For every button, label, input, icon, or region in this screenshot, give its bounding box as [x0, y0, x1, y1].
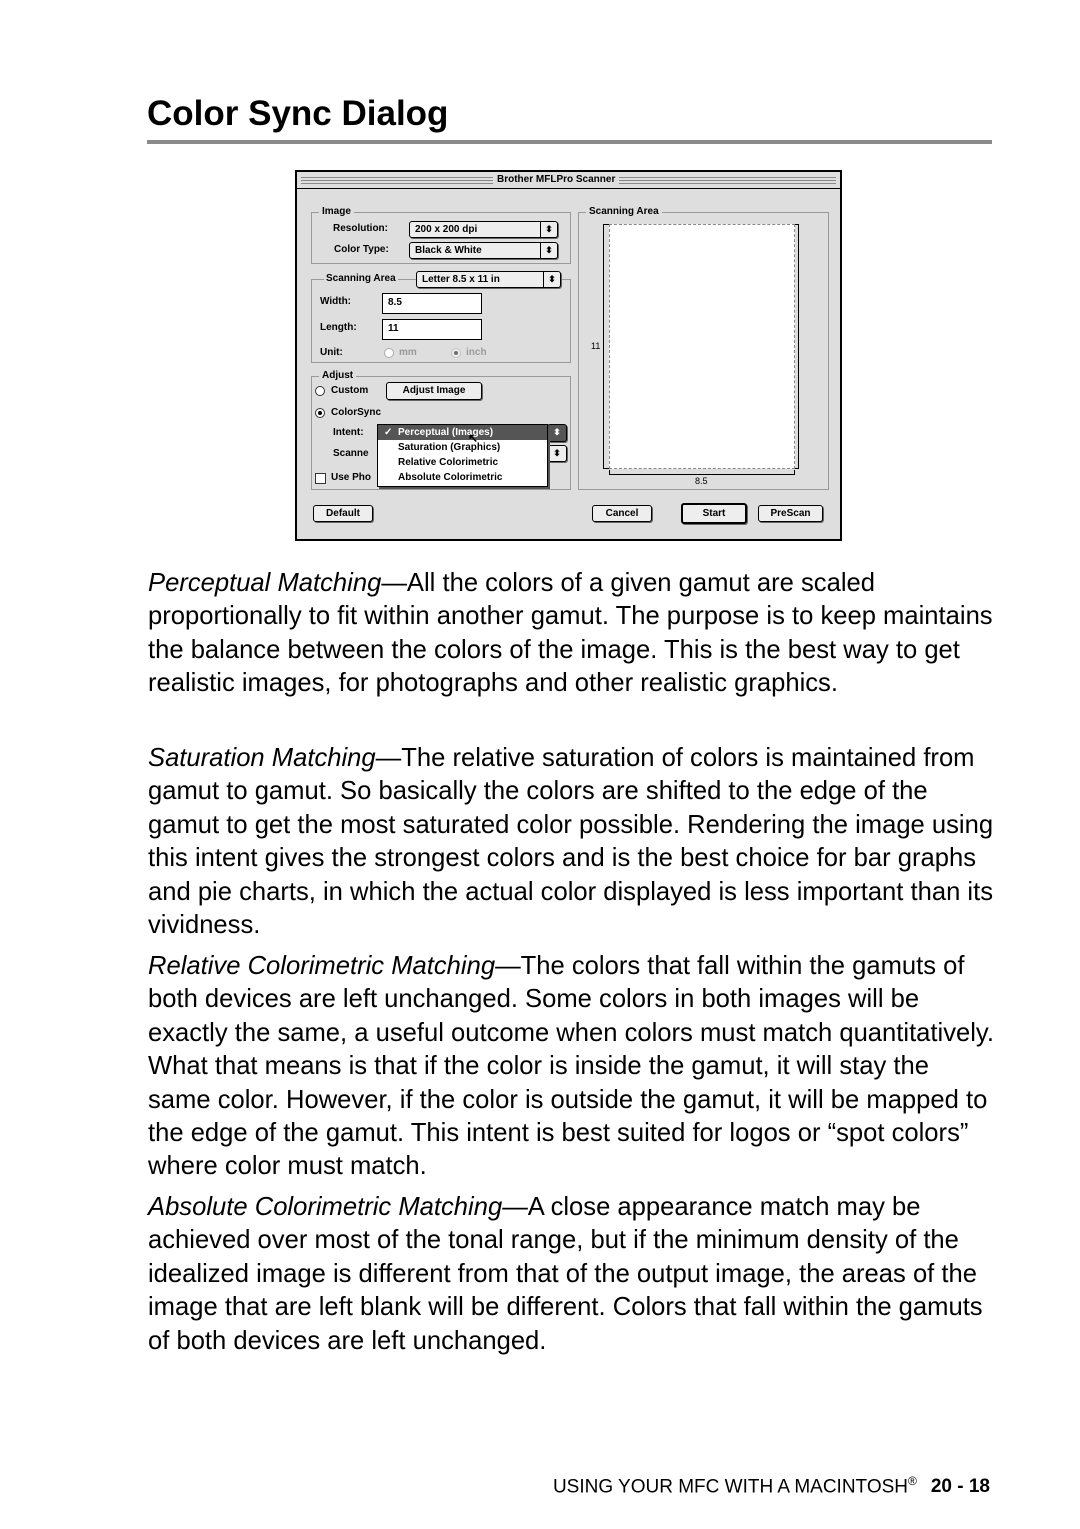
unit-inch-label: inch [466, 347, 487, 358]
color-type-select[interactable]: Black & White ⬍ [409, 242, 558, 259]
cursor-arrow-icon: ↖ [468, 431, 479, 445]
scanner-label: Scanne [333, 448, 369, 459]
dash: — [502, 1193, 528, 1221]
preview-group-label: Scanning Area [586, 206, 662, 217]
paragraph-perceptual: Perceptual Matching—All the colors of a … [148, 567, 994, 701]
paragraph-relative-colorimetric: Relative Colorimetric Matching—The color… [148, 950, 994, 1184]
term: Relative Colorimetric Matching [148, 952, 496, 980]
paragraph-absolute-colorimetric: Absolute Colorimetric Matching—A close a… [148, 1191, 994, 1358]
custom-label: Custom [331, 385, 369, 396]
colorsync-label: ColorSync [331, 407, 382, 418]
description: The relative saturation of colors is mai… [148, 744, 994, 940]
resolution-select[interactable]: 200 x 200 dpi ⬍ [409, 221, 558, 238]
custom-radio[interactable] [315, 386, 325, 396]
scanning-area-value: Letter 8.5 x 11 in [422, 274, 500, 285]
description: The colors that fall within the gamuts o… [148, 952, 994, 1181]
intent-option[interactable]: ✓ Perceptual (Images) [378, 425, 547, 440]
intent-option[interactable]: Saturation (Graphics) [378, 440, 547, 455]
unit-mm-radio[interactable] [384, 348, 394, 358]
unit-inch-radio[interactable] [451, 348, 461, 358]
unit-mm-label: mm [399, 347, 417, 358]
intent-option-label: Perceptual (Images) [398, 427, 494, 438]
height-value-label: 11 [591, 341, 601, 351]
resolution-label: Resolution: [333, 223, 388, 234]
check-icon: ✓ [384, 427, 393, 438]
dash: — [375, 744, 402, 772]
resolution-value: 200 x 200 dpi [415, 224, 478, 235]
scanner-popup-arrow[interactable]: ⬍ [547, 445, 567, 462]
intent-menu: ✓ Perceptual (Images) Saturation (Graphic… [377, 424, 548, 487]
adjust-image-button[interactable]: Adjust Image [386, 382, 482, 400]
intent-option[interactable]: Absolute Colorimetric [378, 470, 547, 485]
scanning-area-label: Scanning Area [324, 273, 398, 284]
registered-mark: ® [908, 1474, 917, 1488]
image-group-label: Image [319, 206, 354, 217]
use-photo-checkbox[interactable] [315, 473, 326, 484]
term: Saturation Matching [148, 744, 376, 772]
title-rule [147, 140, 992, 144]
color-type-value: Black & White [415, 245, 482, 256]
prescan-button[interactable]: PreScan [758, 505, 823, 522]
length-label: Length: [320, 322, 357, 333]
cancel-button[interactable]: Cancel [592, 505, 652, 522]
width-label: Width: [320, 296, 352, 307]
width-input[interactable]: 8.5 [382, 293, 482, 314]
title-bar[interactable]: Brother MFLPro Scanner [297, 172, 840, 189]
adjust-group-label: Adjust [319, 370, 357, 381]
scanning-area-select[interactable]: Letter 8.5 x 11 in ⬍ [416, 271, 561, 288]
start-button[interactable]: Start [681, 503, 747, 524]
popup-arrow-icon: ⬍ [543, 272, 560, 287]
default-button[interactable]: Default [313, 505, 373, 522]
footer-section: USING YOUR MFC WITH A MACINTOSH [552, 1476, 908, 1498]
width-ruler [609, 470, 795, 475]
term: Absolute Colorimetric Matching [148, 1193, 503, 1221]
dash: — [495, 952, 521, 980]
dash: — [381, 569, 407, 597]
color-type-label: Color Type: [334, 244, 389, 255]
dialog-title: Brother MFLPro Scanner [493, 172, 620, 187]
width-value-label: 8.5 [695, 476, 708, 486]
scan-preview-area[interactable] [609, 224, 795, 469]
intent-option[interactable]: Relative Colorimetric [378, 455, 547, 470]
popup-arrow-icon: ⬍ [553, 448, 561, 458]
page-footer: USING YOUR MFC WITH A MACINTOSH® 20 - 18 [553, 1474, 990, 1498]
intent-popup-arrow[interactable]: ⬍ [547, 424, 567, 442]
use-photo-label: Use Pho [331, 472, 372, 483]
unit-label: Unit: [320, 347, 343, 358]
page-title: Color Sync Dialog [147, 94, 449, 133]
length-input[interactable]: 11 [382, 319, 482, 340]
intent-label: Intent: [333, 427, 364, 438]
popup-arrow-icon: ⬍ [540, 243, 557, 258]
colorsync-radio[interactable] [315, 408, 325, 418]
paragraph-saturation: Saturation Matching—The relative saturat… [148, 742, 994, 942]
popup-arrow-icon: ⬍ [540, 222, 557, 237]
scanner-dialog: Brother MFLPro Scanner Image Resolution:… [295, 170, 842, 541]
term: Perceptual Matching [148, 569, 382, 597]
popup-arrow-icon: ⬍ [553, 427, 561, 437]
page-number: 20 - 18 [930, 1476, 990, 1498]
